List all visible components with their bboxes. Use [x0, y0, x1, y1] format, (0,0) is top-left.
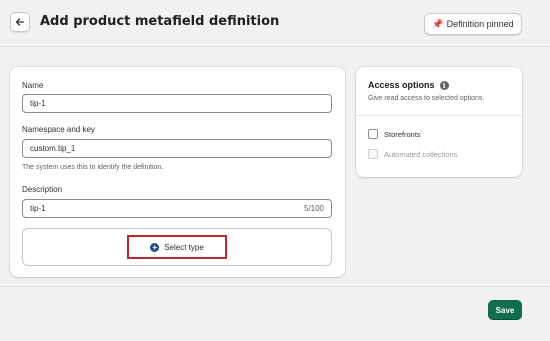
automated-collections-label: Automated collections	[384, 149, 458, 159]
namespace-help-text: The system uses this to identify the def…	[22, 164, 164, 171]
automated-collections-option: Automated collections	[368, 149, 457, 159]
footer-divider	[0, 286, 550, 287]
definition-pinned-label: Definition pinned	[446, 19, 514, 29]
back-button[interactable]	[10, 12, 30, 32]
access-options-title: Access options i	[368, 80, 449, 90]
description-field[interactable]: tip-1 5/100	[22, 199, 332, 218]
automated-collections-checkbox	[368, 149, 378, 159]
select-type-label: Select type	[164, 242, 204, 252]
info-icon[interactable]: i	[439, 80, 449, 90]
access-divider	[356, 115, 522, 116]
access-options-card: Access options i Give read access to sel…	[356, 67, 522, 177]
namespace-label: Namespace and key	[22, 125, 95, 134]
arrow-left-icon	[15, 18, 25, 26]
type-selector-box: + Select type	[22, 228, 332, 266]
storefronts-label: Storefronts	[384, 129, 421, 139]
storefronts-checkbox[interactable]	[368, 129, 378, 139]
namespace-field[interactable]: custom.tip_1	[22, 139, 332, 158]
definition-form-card: Name tip-1 Namespace and key custom.tip_…	[10, 67, 345, 277]
header-divider	[0, 46, 550, 47]
name-value: tip-1	[30, 99, 46, 108]
pin-icon: 📌	[432, 18, 444, 29]
description-value: tip-1	[30, 204, 46, 213]
access-options-subtitle: Give read access to selected options.	[368, 95, 485, 102]
storefronts-option[interactable]: Storefronts	[368, 129, 421, 139]
access-options-title-text: Access options	[368, 80, 435, 90]
name-field[interactable]: tip-1	[22, 94, 332, 113]
save-button[interactable]: Save	[488, 300, 522, 320]
namespace-value: custom.tip_1	[30, 144, 76, 153]
description-counter: 5/100	[303, 204, 324, 213]
definition-pinned-button[interactable]: 📌 Definition pinned	[424, 13, 522, 35]
select-type-button[interactable]: + Select type	[127, 235, 227, 259]
name-label: Name	[22, 81, 44, 90]
plus-circle-icon: +	[150, 242, 160, 252]
description-label: Description	[22, 185, 63, 194]
page-header: Add product metafield definition 📌 Defin…	[10, 12, 540, 38]
page-title: Add product metafield definition	[40, 14, 280, 29]
